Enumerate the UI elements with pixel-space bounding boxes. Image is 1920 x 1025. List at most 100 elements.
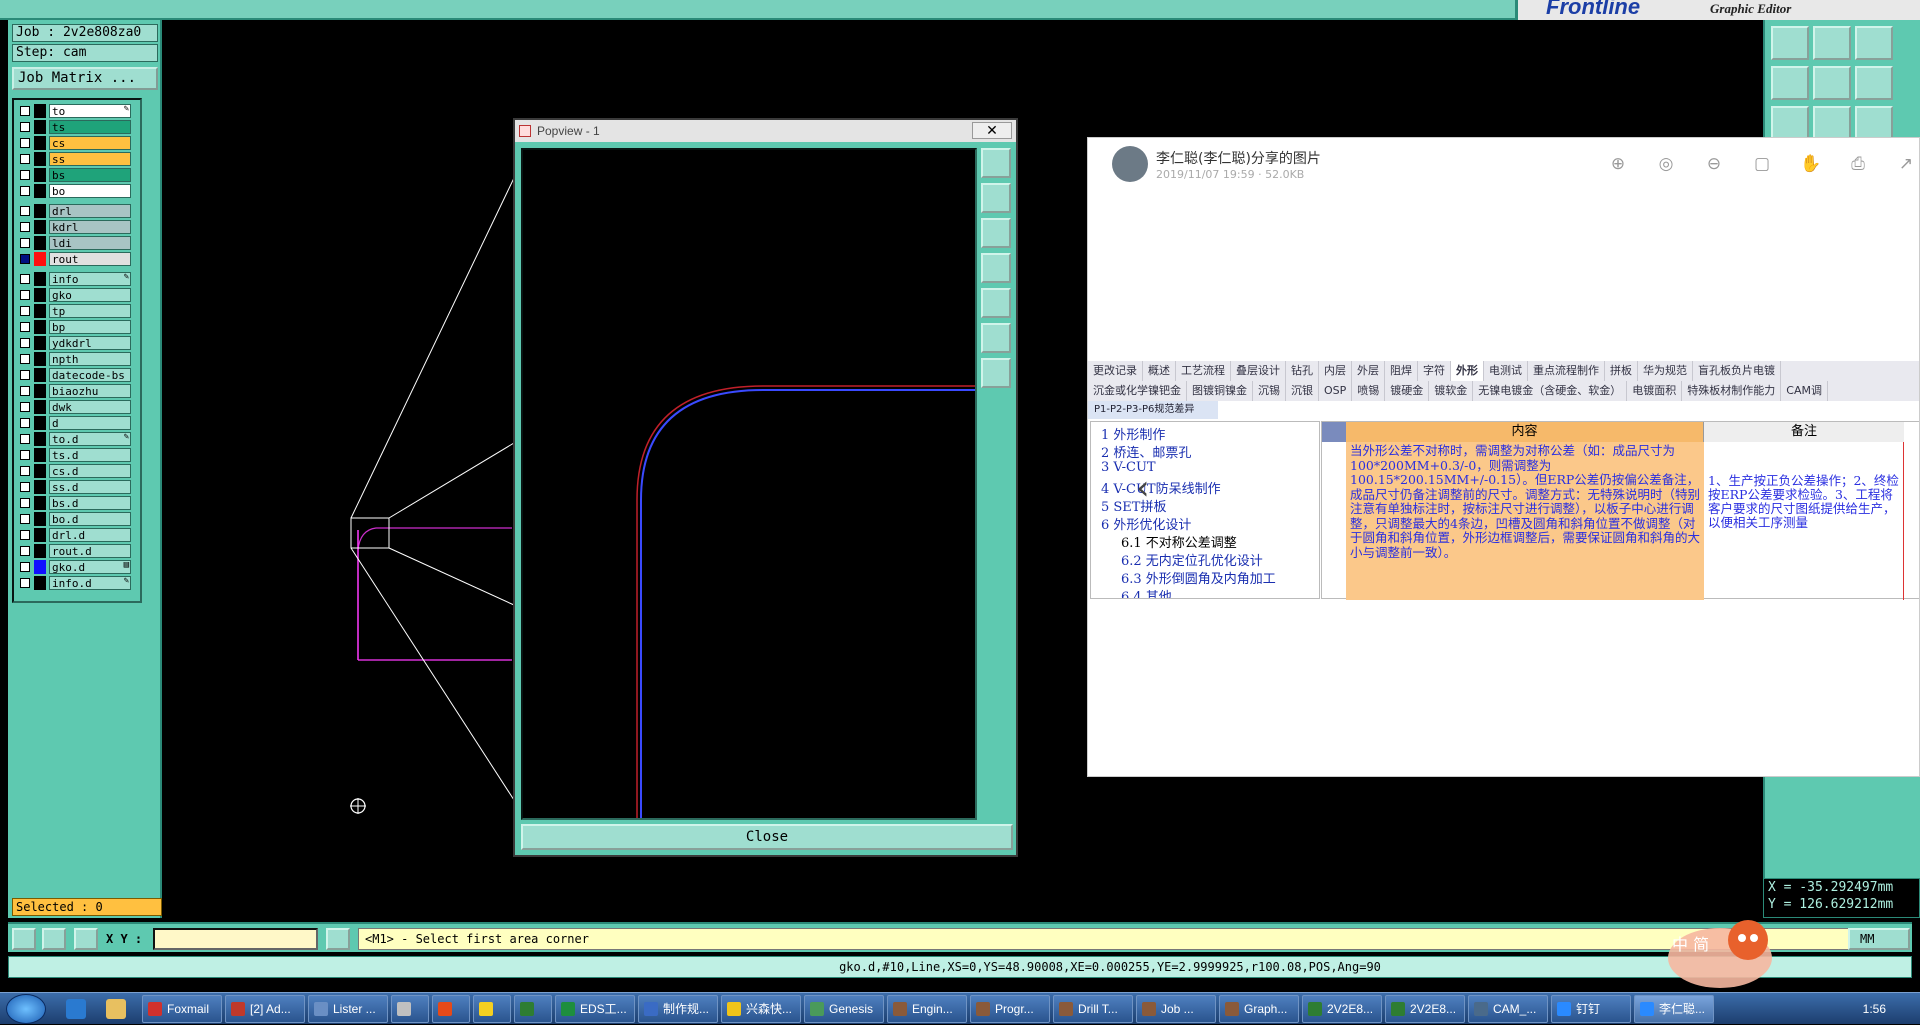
layer-row[interactable]: bo.d: [17, 512, 137, 526]
ie-icon[interactable]: [66, 999, 86, 1019]
taskbar-item[interactable]: [2] Ad...: [225, 995, 305, 1023]
popview-titlebar[interactable]: Popview - 1: [515, 120, 1016, 142]
layer-checkbox[interactable]: [20, 562, 30, 572]
taskbar-item[interactable]: Graph...: [1219, 995, 1299, 1023]
taskbar-item[interactable]: Drill T...: [1053, 995, 1133, 1023]
popview-pan-left-icon[interactable]: [981, 253, 1011, 283]
view-tool-icon[interactable]: [1813, 66, 1851, 100]
view-tool-icon[interactable]: [1771, 26, 1809, 60]
layer-row[interactable]: d: [17, 416, 137, 430]
view-tool-icon[interactable]: [1771, 66, 1809, 100]
layer-checkbox[interactable]: [20, 306, 30, 316]
layer-checkbox[interactable]: [20, 546, 30, 556]
taskbar-item[interactable]: 制作规...: [638, 995, 718, 1023]
view-tool-icon[interactable]: [1855, 106, 1893, 140]
layer-row[interactable]: ts.d: [17, 448, 137, 462]
close-icon[interactable]: ✕: [972, 122, 1012, 139]
layer-checkbox[interactable]: [20, 138, 30, 148]
layer-checkbox[interactable]: [20, 154, 30, 164]
layer-row[interactable]: ss.d: [17, 480, 137, 494]
layer-checkbox[interactable]: [20, 386, 30, 396]
measure-tool-icon[interactable]: [42, 928, 66, 950]
taskbar-item[interactable]: CAM_...: [1468, 995, 1548, 1023]
taskbar-item[interactable]: [432, 995, 470, 1023]
layer-row[interactable]: tp: [17, 304, 137, 318]
popview-zoom-out-icon[interactable]: [981, 358, 1011, 388]
layer-row[interactable]: bo: [17, 184, 137, 198]
hand-icon[interactable]: ✋: [1800, 154, 1821, 174]
taskbar-item[interactable]: Genesis: [804, 995, 884, 1023]
layer-row[interactable]: rout: [17, 252, 137, 266]
actual-size-icon[interactable]: ◎: [1656, 154, 1676, 174]
layer-checkbox[interactable]: [20, 434, 30, 444]
layer-checkbox[interactable]: [20, 482, 30, 492]
start-button[interactable]: [6, 994, 46, 1024]
view-tool-icon[interactable]: [1813, 26, 1851, 60]
job-matrix-button[interactable]: Job Matrix ...: [12, 67, 158, 90]
layer-row[interactable]: ldi: [17, 236, 137, 250]
xy-input[interactable]: [153, 928, 318, 950]
view-tool-icon[interactable]: [1855, 66, 1893, 100]
taskbar-item[interactable]: Job ...: [1136, 995, 1216, 1023]
grid-tool-icon[interactable]: [74, 928, 98, 950]
zoom-in-icon[interactable]: ⊕: [1608, 154, 1628, 174]
layer-checkbox[interactable]: [20, 402, 30, 412]
layer-checkbox[interactable]: [20, 274, 30, 284]
taskbar-item[interactable]: [391, 995, 429, 1023]
view-tool-icon[interactable]: [1771, 106, 1809, 140]
layer-checkbox[interactable]: [20, 578, 30, 588]
layer-row[interactable]: kdrl: [17, 220, 137, 234]
print-icon[interactable]: ⎙: [1848, 154, 1868, 174]
select-tool-icon[interactable]: [12, 928, 36, 950]
ime-mascot[interactable]: 中 简: [1650, 906, 1772, 990]
popview-zoom-home-icon[interactable]: [981, 148, 1011, 178]
taskbar-item[interactable]: Lister ...: [308, 995, 388, 1023]
layer-checkbox[interactable]: [20, 206, 30, 216]
units-select[interactable]: MM: [1848, 928, 1910, 950]
taskbar-item[interactable]: [514, 995, 552, 1023]
explorer-icon[interactable]: [106, 999, 126, 1019]
taskbar-item[interactable]: 2V2E8...: [1302, 995, 1382, 1023]
layer-checkbox[interactable]: [20, 370, 30, 380]
popview-pan-down-icon[interactable]: [981, 218, 1011, 248]
layer-row[interactable]: gko.d ▤: [17, 560, 137, 574]
taskbar-item[interactable]: Engin...: [887, 995, 967, 1023]
layer-checkbox[interactable]: [20, 290, 30, 300]
layer-row[interactable]: rout.d: [17, 544, 137, 558]
previous-image-icon[interactable]: ‹: [1136, 468, 1150, 508]
taskbar-item[interactable]: [473, 995, 511, 1023]
layer-row[interactable]: info.d ✎: [17, 576, 137, 590]
layer-row[interactable]: gko: [17, 288, 137, 302]
layer-row[interactable]: bs: [17, 168, 137, 182]
layer-row[interactable]: bp: [17, 320, 137, 334]
layer-checkbox[interactable]: [20, 322, 30, 332]
layer-row[interactable]: npth: [17, 352, 137, 366]
taskbar-item[interactable]: 钉钉: [1551, 995, 1631, 1023]
layer-checkbox[interactable]: [20, 254, 30, 264]
taskbar-item[interactable]: Foxmail: [142, 995, 222, 1023]
layer-checkbox[interactable]: [20, 106, 30, 116]
layer-row[interactable]: drl: [17, 204, 137, 218]
layer-row[interactable]: dwk: [17, 400, 137, 414]
rotate-icon[interactable]: ▢: [1752, 154, 1772, 174]
view-tool-icon[interactable]: [1855, 26, 1893, 60]
layer-checkbox[interactable]: [20, 450, 30, 460]
layer-checkbox[interactable]: [20, 466, 30, 476]
taskbar-item[interactable]: EDS工...: [555, 995, 635, 1023]
layer-checkbox[interactable]: [20, 222, 30, 232]
layer-row[interactable]: datecode-bs: [17, 368, 137, 382]
popview-pan-up-icon[interactable]: [981, 183, 1011, 213]
zoom-out-icon[interactable]: ⊖: [1704, 154, 1724, 174]
layer-row[interactable]: ss: [17, 152, 137, 166]
taskbar-item[interactable]: Progr...: [970, 995, 1050, 1023]
layer-checkbox[interactable]: [20, 122, 30, 132]
layer-checkbox[interactable]: [20, 238, 30, 248]
taskbar-item[interactable]: 2V2E8...: [1385, 995, 1465, 1023]
popview-close-button[interactable]: Close: [521, 824, 1013, 850]
layer-row[interactable]: cs.d: [17, 464, 137, 478]
layer-checkbox[interactable]: [20, 338, 30, 348]
share-icon[interactable]: ↗: [1896, 154, 1916, 174]
taskbar-item[interactable]: 兴森快...: [721, 995, 801, 1023]
view-tool-icon[interactable]: [1813, 106, 1851, 140]
layer-checkbox[interactable]: [20, 186, 30, 196]
